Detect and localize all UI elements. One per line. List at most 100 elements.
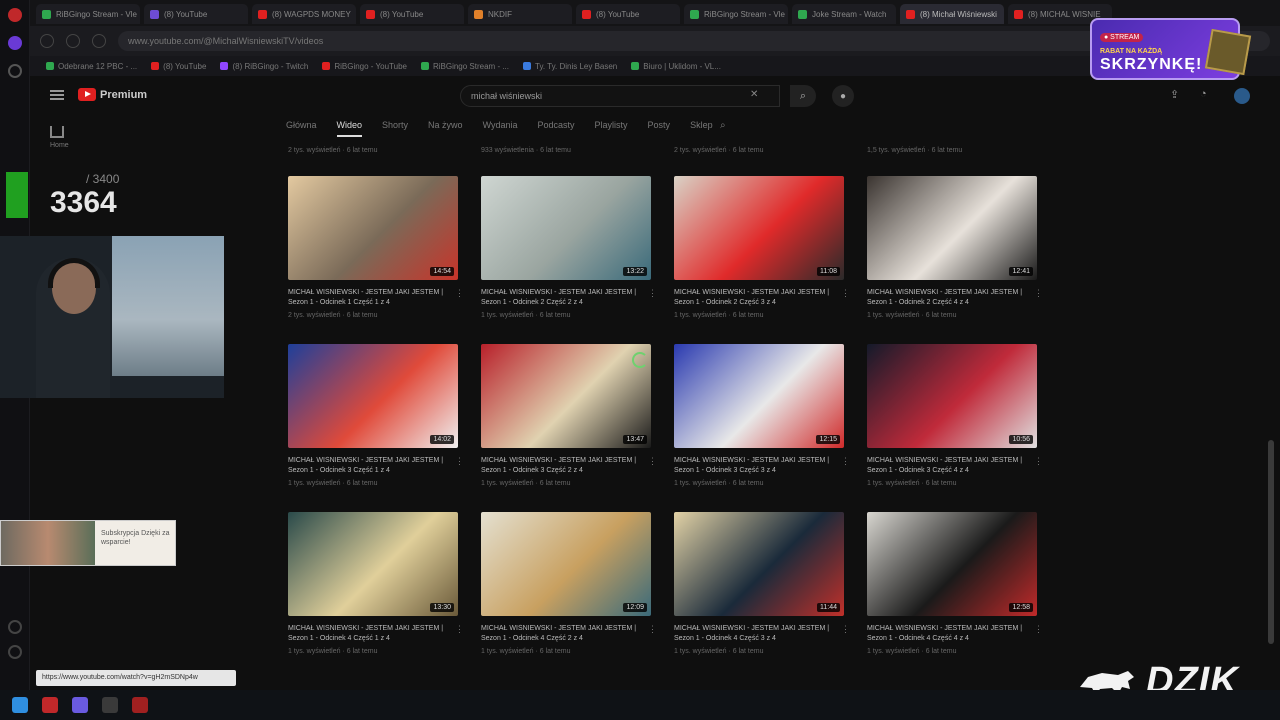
bookmark-item[interactable]: RiBGingo Stream - ... bbox=[420, 62, 509, 71]
video-title[interactable]: MICHAŁ WIŚNIEWSKI - JESTEM JAKI JESTEM |… bbox=[867, 624, 1037, 644]
home-icon[interactable] bbox=[50, 126, 64, 138]
video-thumbnail[interactable]: 14:54 bbox=[288, 176, 458, 280]
upload-icon[interactable]: ⇪ bbox=[1170, 88, 1184, 102]
video-thumbnail[interactable]: 10:56 bbox=[867, 344, 1037, 448]
more-icon[interactable] bbox=[8, 645, 22, 659]
channel-tab[interactable]: Sklep bbox=[690, 120, 713, 137]
video-title[interactable]: MICHAŁ WIŚNIEWSKI - JESTEM JAKI JESTEM |… bbox=[288, 288, 458, 308]
notifications-icon[interactable]: ◔ bbox=[1200, 88, 1214, 102]
browser-tab[interactable]: (8) WAGPDS MONEY bbox=[252, 4, 356, 24]
more-options-icon[interactable]: ⋮ bbox=[455, 624, 464, 635]
browser-tab[interactable]: (8) Michał Wiśniewski bbox=[900, 4, 1004, 24]
channel-tab[interactable]: Główna bbox=[286, 120, 317, 137]
video-title[interactable]: MICHAŁ WIŚNIEWSKI - JESTEM JAKI JESTEM |… bbox=[867, 456, 1037, 476]
video-thumbnail[interactable]: 12:09 bbox=[481, 512, 651, 616]
video-title[interactable]: MICHAŁ WIŚNIEWSKI - JESTEM JAKI JESTEM |… bbox=[867, 288, 1037, 308]
browser-tab[interactable]: Joke Stream - Watch bbox=[792, 4, 896, 24]
video-thumbnail[interactable]: 13:47 bbox=[481, 344, 651, 448]
media-taskbar-icon[interactable] bbox=[132, 697, 148, 713]
video-thumbnail[interactable]: 13:22 bbox=[481, 176, 651, 280]
youtube-logo[interactable]: Premium bbox=[78, 88, 147, 101]
obs-taskbar-icon[interactable] bbox=[102, 697, 118, 713]
reload-icon[interactable] bbox=[92, 34, 106, 48]
video-card[interactable]: 12:41 MICHAŁ WIŚNIEWSKI - JESTEM JAKI JES… bbox=[867, 176, 1043, 319]
video-title[interactable]: MICHAŁ WIŚNIEWSKI - JESTEM JAKI JESTEM |… bbox=[481, 288, 651, 308]
video-thumbnail[interactable]: 11:44 bbox=[674, 512, 844, 616]
video-thumbnail[interactable]: 12:58 bbox=[867, 512, 1037, 616]
browser-tab[interactable]: (8) YouTube bbox=[360, 4, 464, 24]
search-button[interactable]: ⌕ bbox=[790, 85, 816, 107]
history-icon[interactable] bbox=[8, 64, 22, 78]
channel-tab[interactable]: Podcasty bbox=[538, 120, 575, 137]
bookmark-item[interactable]: Odebrane 12 PBC - ... bbox=[46, 62, 137, 71]
more-options-icon[interactable]: ⋮ bbox=[1034, 456, 1043, 467]
more-options-icon[interactable]: ⋮ bbox=[841, 624, 850, 635]
more-options-icon[interactable]: ⋮ bbox=[841, 288, 850, 299]
opera-icon[interactable] bbox=[8, 8, 22, 22]
video-card[interactable]: 13:47 MICHAŁ WIŚNIEWSKI - JESTEM JAKI JES… bbox=[481, 344, 657, 487]
bookmark-item[interactable]: Ty. Ty. Dinis Ley Basen bbox=[523, 62, 617, 71]
video-title[interactable]: MICHAŁ WIŚNIEWSKI - JESTEM JAKI JESTEM |… bbox=[481, 624, 651, 644]
video-card[interactable]: 13:22 MICHAŁ WIŚNIEWSKI - JESTEM JAKI JES… bbox=[481, 176, 657, 319]
voice-search-icon[interactable]: ● bbox=[832, 85, 854, 107]
forward-icon[interactable] bbox=[66, 34, 80, 48]
channel-tab[interactable]: Playlisty bbox=[595, 120, 628, 137]
avatar[interactable] bbox=[1234, 88, 1250, 104]
bookmark-item[interactable]: (8) YouTube bbox=[151, 62, 206, 71]
video-card[interactable]: 11:08 MICHAŁ WIŚNIEWSKI - JESTEM JAKI JES… bbox=[674, 176, 850, 319]
browser-tab[interactable]: RiBGingo Stream - Vle bbox=[684, 4, 788, 24]
video-title[interactable]: MICHAŁ WIŚNIEWSKI - JESTEM JAKI JESTEM |… bbox=[481, 456, 651, 476]
video-card[interactable]: 11:44 MICHAŁ WIŚNIEWSKI - JESTEM JAKI JES… bbox=[674, 512, 850, 655]
more-options-icon[interactable]: ⋮ bbox=[648, 288, 657, 299]
video-thumbnail[interactable]: 11:08 bbox=[674, 176, 844, 280]
back-icon[interactable] bbox=[40, 34, 54, 48]
channel-tab[interactable]: Wydania bbox=[483, 120, 518, 137]
bookmark-item[interactable]: Biuro | Uklidom - VL... bbox=[631, 62, 721, 71]
video-title[interactable]: MICHAŁ WIŚNIEWSKI - JESTEM JAKI JESTEM |… bbox=[674, 624, 844, 644]
video-card[interactable]: 12:09 MICHAŁ WIŚNIEWSKI - JESTEM JAKI JES… bbox=[481, 512, 657, 655]
more-options-icon[interactable]: ⋮ bbox=[648, 624, 657, 635]
scrollbar[interactable] bbox=[1268, 440, 1274, 644]
channel-tab[interactable]: Posty bbox=[648, 120, 671, 137]
channel-search-icon[interactable]: ⌕ bbox=[720, 120, 726, 131]
video-card[interactable]: 14:02 MICHAŁ WIŚNIEWSKI - JESTEM JAKI JES… bbox=[288, 344, 464, 487]
extension-icon[interactable] bbox=[8, 36, 22, 50]
menu-icon[interactable] bbox=[50, 90, 64, 100]
more-options-icon[interactable]: ⋮ bbox=[1034, 624, 1043, 635]
browser-tab[interactable]: NKDIF bbox=[468, 4, 572, 24]
video-thumbnail[interactable]: 12:41 bbox=[867, 176, 1037, 280]
app-taskbar-icon[interactable] bbox=[72, 697, 88, 713]
more-options-icon[interactable]: ⋮ bbox=[1034, 288, 1043, 299]
video-card[interactable]: 10:56 MICHAŁ WIŚNIEWSKI - JESTEM JAKI JES… bbox=[867, 344, 1043, 487]
video-card[interactable]: 14:54 MICHAŁ WIŚNIEWSKI - JESTEM JAKI JES… bbox=[288, 176, 464, 319]
tab-title: (8) WAGPDS MONEY bbox=[272, 9, 351, 19]
video-card[interactable]: 12:58 MICHAŁ WIŚNIEWSKI - JESTEM JAKI JES… bbox=[867, 512, 1043, 655]
more-options-icon[interactable]: ⋮ bbox=[841, 456, 850, 467]
video-thumbnail[interactable]: 13:30 bbox=[288, 512, 458, 616]
video-card[interactable]: 12:15 MICHAŁ WIŚNIEWSKI - JESTEM JAKI JES… bbox=[674, 344, 850, 487]
screen: RiBGingo Stream - Vle (8) YouTube (8) WAGP… bbox=[0, 0, 1280, 720]
browser-tab[interactable]: RiBGingo Stream - Vle bbox=[36, 4, 140, 24]
settings-icon[interactable] bbox=[8, 620, 22, 634]
video-title[interactable]: MICHAŁ WIŚNIEWSKI - JESTEM JAKI JESTEM |… bbox=[288, 456, 458, 476]
more-options-icon[interactable]: ⋮ bbox=[455, 288, 464, 299]
browser-tab[interactable]: (8) YouTube bbox=[576, 4, 680, 24]
search-input[interactable]: michał wiśniewski bbox=[460, 85, 780, 107]
channel-tab[interactable]: Shorty bbox=[382, 120, 408, 137]
video-title[interactable]: MICHAŁ WIŚNIEWSKI - JESTEM JAKI JESTEM |… bbox=[288, 624, 458, 644]
video-thumbnail[interactable]: 12:15 bbox=[674, 344, 844, 448]
channel-tab[interactable]: Na żywo bbox=[428, 120, 463, 137]
opera-taskbar-icon[interactable] bbox=[42, 697, 58, 713]
video-title[interactable]: MICHAŁ WIŚNIEWSKI - JESTEM JAKI JESTEM |… bbox=[674, 456, 844, 476]
more-options-icon[interactable]: ⋮ bbox=[648, 456, 657, 467]
windows-start-icon[interactable] bbox=[12, 697, 28, 713]
browser-tab[interactable]: (8) YouTube bbox=[144, 4, 248, 24]
channel-tab[interactable]: Wideo bbox=[336, 120, 363, 137]
more-options-icon[interactable]: ⋮ bbox=[455, 456, 464, 467]
video-title[interactable]: MICHAŁ WIŚNIEWSKI - JESTEM JAKI JESTEM |… bbox=[674, 288, 844, 308]
bookmark-item[interactable]: RiBGingo - YouTube bbox=[322, 62, 407, 71]
video-card[interactable]: 13:30 MICHAŁ WIŚNIEWSKI - JESTEM JAKI JES… bbox=[288, 512, 464, 655]
bookmark-item[interactable]: (8) RiBGingo - Twitch bbox=[220, 62, 308, 71]
video-thumbnail[interactable]: 14:02 bbox=[288, 344, 458, 448]
clear-search-icon[interactable]: ✕ bbox=[750, 89, 758, 100]
